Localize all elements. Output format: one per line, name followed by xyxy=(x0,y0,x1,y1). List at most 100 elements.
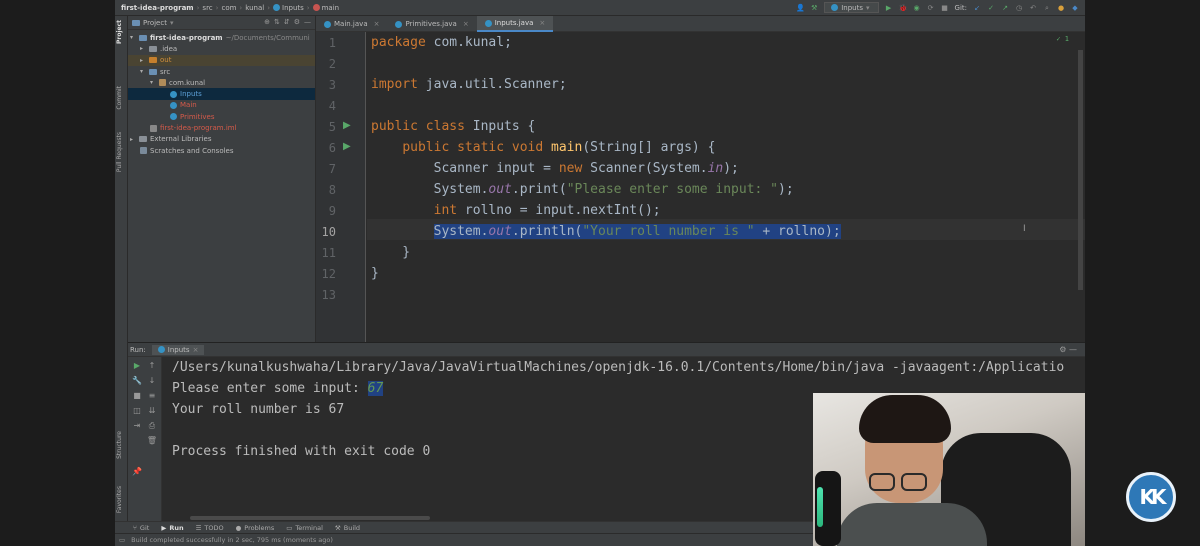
folder-icon xyxy=(149,45,157,52)
tree-item-main[interactable]: Main xyxy=(128,100,315,111)
git-rollback-icon[interactable]: ↶ xyxy=(1029,4,1037,12)
project-tool-tab[interactable]: Project xyxy=(116,20,123,44)
tree-item-external-libraries[interactable]: ▸ External Libraries xyxy=(128,134,315,145)
module-file-icon xyxy=(150,124,157,132)
run-class-icon[interactable]: ▶ xyxy=(343,120,351,131)
tree-item-primitives[interactable]: Primitives xyxy=(128,111,315,122)
close-icon[interactable]: × xyxy=(539,19,545,27)
run-panel-gear-icon[interactable]: ⚙ — xyxy=(1059,345,1077,354)
tree-item-idea[interactable]: ▸ .idea xyxy=(128,43,315,54)
git-commit-icon[interactable]: ✓ xyxy=(987,4,995,12)
pull-requests-tool-tab[interactable]: Pull Requests xyxy=(116,132,123,172)
tab-inputs-java[interactable]: Inputs.java × xyxy=(476,16,554,32)
inspection-ok-icon[interactable]: ✓ 1 xyxy=(1056,35,1069,43)
project-icon xyxy=(132,19,140,26)
stop-icon[interactable]: ■ xyxy=(131,391,143,400)
project-panel-title[interactable]: Project xyxy=(143,19,167,27)
user-icon[interactable]: 👤 xyxy=(796,4,805,12)
favorites-tool-tab[interactable]: Favorites xyxy=(116,486,123,513)
tree-item-iml[interactable]: first-idea-program.iml xyxy=(128,122,315,133)
tab-git[interactable]: ⑂ Git xyxy=(133,524,149,532)
tab-primitives-java[interactable]: Primitives.java × xyxy=(387,16,476,32)
git-update-icon[interactable]: ↙ xyxy=(973,4,981,12)
coverage-icon[interactable]: ◉ xyxy=(913,4,921,12)
run-config-selector[interactable]: Inputs ▾ xyxy=(824,2,879,13)
tree-item-scratches[interactable]: Scratches and Consoles xyxy=(128,145,315,156)
minimize-icon[interactable]: — xyxy=(304,18,311,26)
breadcrumb-main[interactable]: main xyxy=(312,4,339,12)
scroll-down-icon[interactable]: ↓ xyxy=(146,376,158,385)
toolbox-icon[interactable]: ◆ xyxy=(1071,4,1079,12)
collapse-all-icon[interactable]: ⇵ xyxy=(284,18,290,26)
commit-tool-tab[interactable]: Commit xyxy=(116,86,123,110)
code-line: int rollno = input.nextInt(); xyxy=(433,203,661,218)
run-main-icon[interactable]: ▶ xyxy=(343,141,351,152)
line-number: 7 xyxy=(328,162,336,176)
run-tab-inputs[interactable]: Inputs × xyxy=(151,344,205,355)
breadcrumb-kunal[interactable]: kunal xyxy=(245,4,264,12)
tab-build[interactable]: ⚒ Build xyxy=(335,524,360,532)
tab-terminal[interactable]: ▭ Terminal xyxy=(286,524,323,532)
console-scrollbar[interactable] xyxy=(190,516,430,520)
stop-icon[interactable]: ■ xyxy=(941,4,949,12)
code-line: } xyxy=(371,245,411,260)
build-hammer-icon[interactable]: ⚒ xyxy=(810,4,818,12)
project-panel-actions: ⊕ ⇅ ⇵ ⚙ — xyxy=(264,18,311,26)
chevron-right-icon: ▸ xyxy=(140,56,144,64)
debug-icon[interactable]: 🐞 xyxy=(899,4,908,12)
tree-item-out[interactable]: ▸ out xyxy=(128,54,315,66)
breadcrumb-project[interactable]: first-idea-program xyxy=(121,4,194,12)
structure-tool-tab[interactable]: Structure xyxy=(116,431,123,459)
line-number: 4 xyxy=(328,99,336,113)
chevron-right-icon: ▸ xyxy=(140,45,144,53)
git-push-icon[interactable]: ↗ xyxy=(1001,4,1009,12)
git-history-icon[interactable]: ◷ xyxy=(1015,4,1023,12)
trash-icon[interactable]: 🗑 xyxy=(146,436,158,445)
wrench-icon[interactable]: 🔧 xyxy=(131,376,143,385)
breadcrumb-inputs[interactable]: Inputs xyxy=(273,4,304,12)
editor-gutter[interactable]: 1 2 3 4 5 6 7 8 9 10 11 12 13 ▶ ▶ xyxy=(316,32,366,342)
code-editor[interactable]: ✓ 1 package com.kunal; import java.util.… xyxy=(367,32,1085,342)
console-exit: Process finished with exit code 0 xyxy=(172,444,431,459)
tree-item-project-root[interactable]: ▾ first-idea-program ~/Documents/Communi xyxy=(128,32,315,43)
console-user-input: 67 xyxy=(367,381,384,396)
close-icon[interactable]: × xyxy=(193,346,199,354)
tree-item-package[interactable]: ▾ com.kunal xyxy=(128,77,315,88)
status-toggle-icon[interactable]: ▭ xyxy=(119,536,125,544)
chevron-down-icon: ▾ xyxy=(150,79,154,87)
tree-item-inputs[interactable]: Inputs xyxy=(128,88,315,100)
tree-item-src[interactable]: ▾ src xyxy=(128,66,315,77)
print-icon[interactable]: ⎙ xyxy=(146,421,158,431)
close-icon[interactable]: × xyxy=(463,20,469,28)
exit-icon[interactable]: ⇥ xyxy=(131,421,143,430)
tab-problems[interactable]: ● Problems xyxy=(236,524,275,532)
expand-all-icon[interactable]: ⇅ xyxy=(274,18,280,26)
locate-icon[interactable]: ⊕ xyxy=(264,18,270,26)
tab-run[interactable]: ▶ Run xyxy=(161,524,183,532)
glasses-right xyxy=(901,473,927,491)
rerun-icon[interactable]: ▶ xyxy=(131,361,143,370)
tab-main-java[interactable]: Main.java × xyxy=(316,16,387,32)
soft-wrap-icon[interactable]: ≡ xyxy=(146,391,158,400)
editor-scrollbar[interactable] xyxy=(1078,50,1083,290)
breadcrumb-com[interactable]: com xyxy=(221,4,236,12)
status-message[interactable]: Build completed successfully in 2 sec, 7… xyxy=(131,536,333,544)
camera-icon[interactable]: ◫ xyxy=(131,406,143,415)
class-icon xyxy=(170,101,177,109)
scroll-to-end-icon[interactable]: ⇊ xyxy=(146,406,158,415)
class-icon xyxy=(324,20,331,28)
navigation-bar: first-idea-program › src › com › kunal ›… xyxy=(115,0,1085,16)
scroll-up-icon[interactable]: ↑ xyxy=(146,361,158,370)
folder-icon xyxy=(139,34,147,41)
gear-icon[interactable]: ⚙ xyxy=(294,18,300,26)
pin-icon[interactable]: 📌 xyxy=(131,467,143,476)
search-icon[interactable]: ⌕ xyxy=(1043,4,1051,12)
close-icon[interactable]: × xyxy=(374,20,380,28)
project-panel: Project ▾ ⊕ ⇅ ⇵ ⚙ — ▾ first-idea-program… xyxy=(128,16,316,342)
run-icon[interactable]: ▶ xyxy=(885,4,893,12)
settings-icon[interactable]: ● xyxy=(1057,4,1065,12)
class-icon xyxy=(157,346,165,353)
tab-todo[interactable]: ☰ TODO xyxy=(196,524,224,532)
breadcrumb-src[interactable]: src xyxy=(202,4,212,12)
profile-icon[interactable]: ⟳ xyxy=(927,4,935,12)
